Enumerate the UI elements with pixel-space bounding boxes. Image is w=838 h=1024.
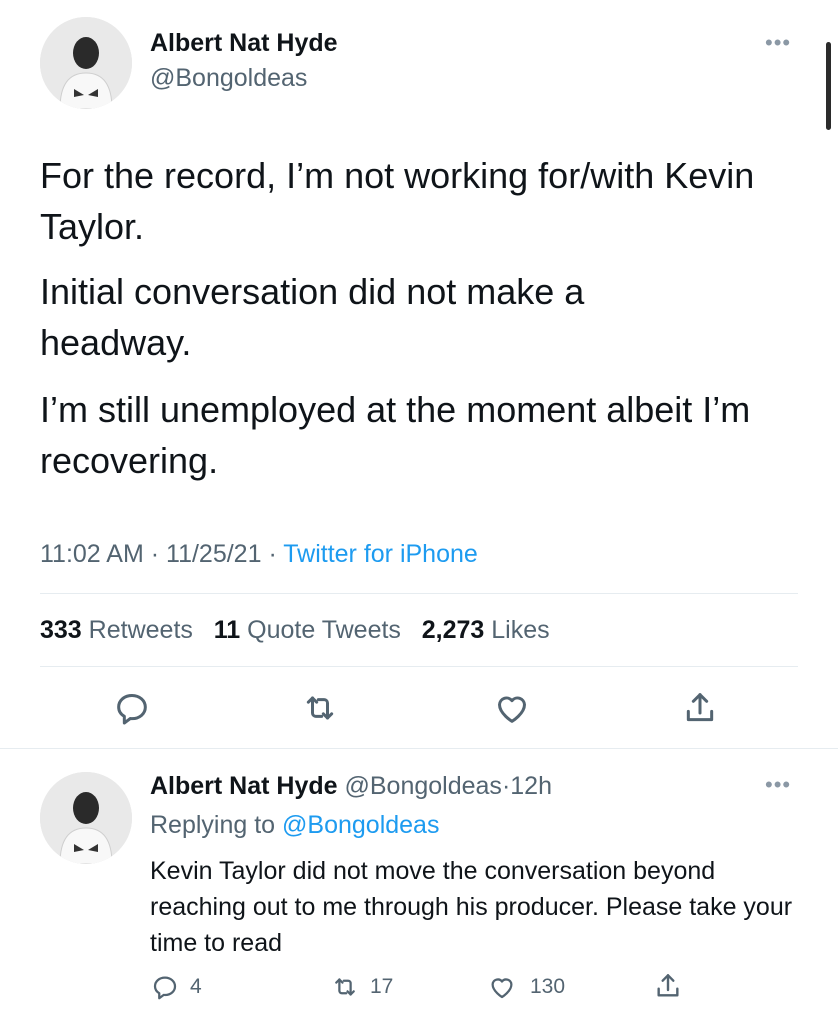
retweet-count: 17 <box>370 975 394 998</box>
replying-to: Replying to @Bongoldeas <box>150 811 439 840</box>
avatar[interactable] <box>40 17 132 109</box>
more-options-icon[interactable]: ••• <box>765 32 791 54</box>
likes-label: Likes <box>491 616 550 644</box>
meta-separator: · <box>268 540 277 568</box>
retweet-button[interactable] <box>300 688 340 728</box>
reply-author-name[interactable]: Albert Nat Hyde <box>150 772 338 800</box>
reply-reply-button[interactable]: 4 <box>150 972 202 1002</box>
avatar-photo-icon <box>40 17 132 109</box>
replying-to-handle[interactable]: @Bongoldeas <box>282 811 439 839</box>
tweet-paragraph-3: I’m still unemployed at the moment albei… <box>40 389 751 481</box>
retweets-label: Retweets <box>88 616 193 644</box>
like-button[interactable] <box>492 688 532 728</box>
like-icon <box>491 978 513 999</box>
tweet-date[interactable]: 11/25/21 <box>166 540 261 568</box>
like-icon <box>498 696 526 723</box>
author-handle[interactable]: @Bongoldeas <box>150 64 307 93</box>
quotes-count: 11 <box>213 616 241 644</box>
reply-author-handle[interactable]: @Bongoldeas <box>345 772 502 800</box>
retweet-icon <box>306 696 334 720</box>
reply-avatar[interactable] <box>40 772 132 864</box>
reply-icon <box>117 694 147 725</box>
tweet-meta: 11:02 AM · 11/25/21 · Twitter for iPhone <box>40 540 478 569</box>
divider <box>0 748 838 749</box>
avatar-photo-icon <box>40 772 132 864</box>
share-icon <box>657 974 679 997</box>
retweet-icon <box>335 978 355 996</box>
reply-header: Albert Nat Hyde @Bongoldeas·12h <box>150 772 552 801</box>
tweet-stats: 333 Retweets 11 Quote Tweets 2,273 Likes <box>40 616 550 645</box>
retweets-stat[interactable]: 333 Retweets <box>40 616 193 644</box>
tweet-source-link[interactable]: Twitter for iPhone <box>283 540 478 568</box>
likes-stat[interactable]: 2,273 Likes <box>422 616 550 644</box>
reply-age[interactable]: 12h <box>510 772 552 800</box>
tweet-paragraph-2: Initial conversation did not make a head… <box>40 271 585 363</box>
meta-separator: · <box>150 540 160 568</box>
divider <box>40 593 798 594</box>
scrollbar-thumb[interactable] <box>826 42 831 130</box>
likes-count: 2,273 <box>421 616 485 644</box>
reply-button[interactable] <box>112 688 152 728</box>
tweet-time: 11:02 AM <box>40 540 144 568</box>
author-name[interactable]: Albert Nat Hyde <box>150 29 338 58</box>
reply-share-button[interactable] <box>652 970 684 1002</box>
divider <box>40 666 798 667</box>
reply-more-options-icon[interactable]: ••• <box>765 774 791 796</box>
reply-like-button[interactable]: 130 <box>486 972 565 1002</box>
reply-count: 4 <box>190 975 202 998</box>
like-count: 130 <box>530 975 566 998</box>
quotes-label: Quote Tweets <box>247 616 401 644</box>
reply-text: Kevin Taylor did not move the conversati… <box>150 857 793 957</box>
reply-retweet-button[interactable]: 17 <box>330 972 393 1002</box>
tweet-paragraph-1: For the record, I’m not working for/with… <box>40 155 755 247</box>
share-icon <box>686 693 714 722</box>
retweets-count: 333 <box>40 616 82 644</box>
share-button[interactable] <box>680 688 720 728</box>
quote-tweets-stat[interactable]: 11 Quote Tweets <box>214 616 401 644</box>
replying-to-prefix: Replying to <box>150 811 276 839</box>
reply-icon <box>153 976 177 1000</box>
